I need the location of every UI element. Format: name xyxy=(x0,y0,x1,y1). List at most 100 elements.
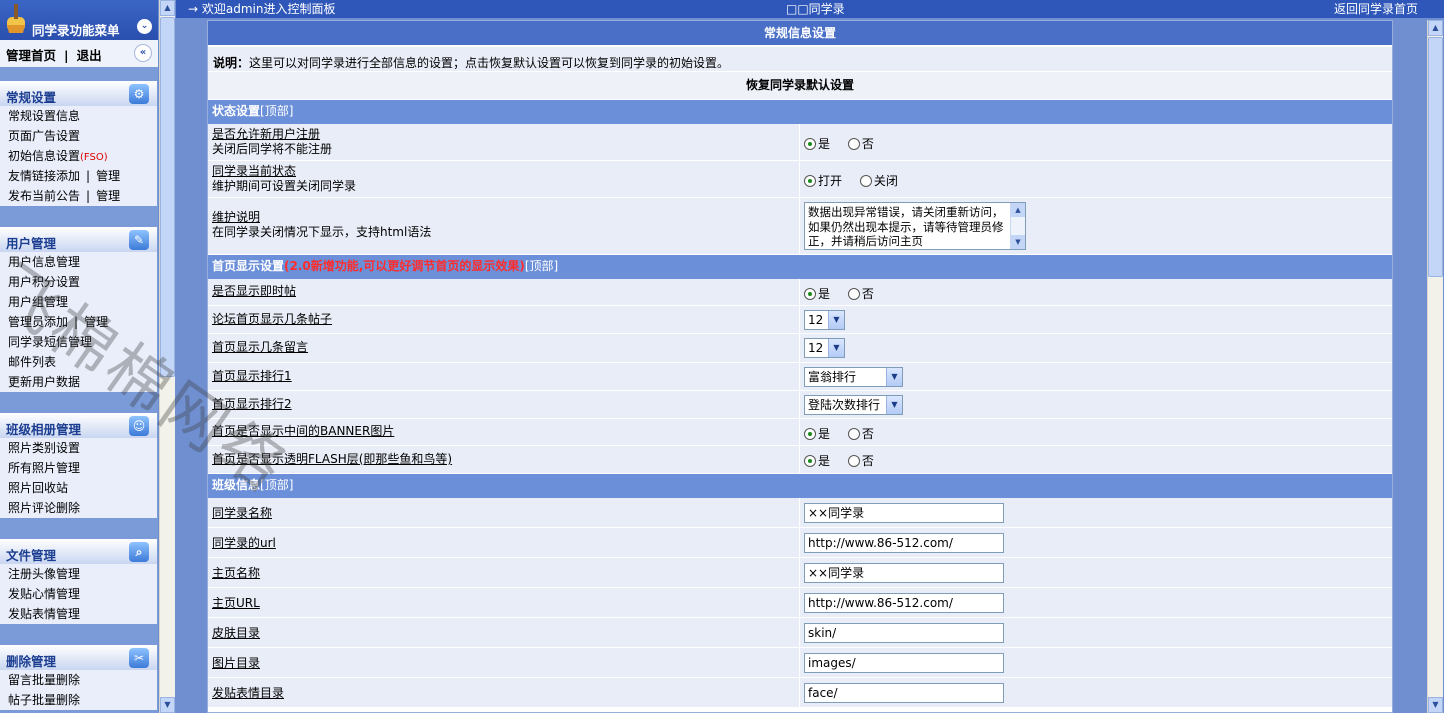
menu-item[interactable]: 同学录短信管理 xyxy=(0,332,157,352)
menu-group-header[interactable]: 删除管理 ✂ xyxy=(0,645,157,670)
menu-group-header[interactable]: 常规设置 ⚙ xyxy=(0,81,157,106)
menu-group-header[interactable]: 用户管理 ✎ xyxy=(0,227,157,252)
menu-item[interactable]: 用户信息管理 xyxy=(0,252,157,272)
menu-item[interactable]: 留言批量删除 xyxy=(0,670,157,690)
setting-row: 同学录的url http://www.86-512.com/ xyxy=(208,528,1392,558)
messages-count-select[interactable]: 12 ▼ xyxy=(804,338,845,358)
scroll-up-icon[interactable]: ▲ xyxy=(160,0,175,16)
radio-no[interactable]: 否 xyxy=(847,425,874,442)
maintenance-message-textarea[interactable]: 数据出现异常错误，请关闭重新访问，如果仍然出现本提示，请等待管理员修正，并请稍后… xyxy=(804,202,1026,250)
tools-icon: ✂ xyxy=(129,648,149,668)
homepage-name-input[interactable]: ××同学录 xyxy=(804,563,1004,583)
collapse-icon[interactable]: ⌄ xyxy=(137,19,152,34)
menu-item[interactable]: 照片回收站 xyxy=(0,478,157,498)
menu-item[interactable]: 发贴心情管理 xyxy=(0,584,157,604)
top-link[interactable]: [顶部] xyxy=(260,104,293,118)
setting-row: 首页显示排行1 富翁排行 ▼ xyxy=(208,363,1392,391)
setting-title: 论坛首页显示几条帖子 xyxy=(212,312,333,326)
chevron-down-icon: ▼ xyxy=(886,368,902,386)
setting-row: 首页是否显示透明FLASH层(即那些鱼和鸟等) 是 否 xyxy=(208,446,1392,474)
menu-item[interactable]: 照片评论删除 xyxy=(0,498,157,518)
section-header-status: 状态设置[顶部] xyxy=(208,100,1392,124)
homepage-url-input[interactable]: http://www.86-512.com/ xyxy=(804,593,1004,613)
radio-no[interactable]: 否 xyxy=(847,285,874,302)
welcome-text: → 欢迎admin进入控制面板 xyxy=(188,2,336,16)
menu-item[interactable]: 常规设置信息 xyxy=(0,106,157,126)
top-link[interactable]: [顶部] xyxy=(525,259,558,273)
skin-dir-input[interactable]: skin/ xyxy=(804,623,1004,643)
admin-home-link[interactable]: 管理首页 xyxy=(6,48,56,63)
menu-item[interactable]: 用户组管理 xyxy=(0,292,157,312)
setting-row: 发贴表情目录 face/ xyxy=(208,678,1392,708)
scroll-thumb[interactable] xyxy=(1428,37,1443,277)
menu-item[interactable]: 管理员添加 | 管理 xyxy=(0,312,157,332)
menu-item[interactable]: 照片类别设置 xyxy=(0,438,157,458)
setting-title: 皮肤目录 xyxy=(212,626,261,640)
classbook-name-input[interactable]: ××同学录 xyxy=(804,503,1004,523)
main-scrollbar[interactable]: ▲ ▼ xyxy=(1427,20,1443,713)
radio-close[interactable]: 关闭 xyxy=(859,172,898,189)
hide-menu-icon[interactable]: « xyxy=(134,44,152,62)
setting-desc: 在同学录关闭情况下显示，支持html语法 xyxy=(212,225,432,239)
top-link[interactable]: [顶部] xyxy=(260,478,293,492)
menu-item[interactable]: 页面广告设置 xyxy=(0,126,157,146)
menu-item[interactable]: 帖子批量删除 xyxy=(0,690,157,710)
radio-yes[interactable]: 是 xyxy=(804,425,830,442)
menu-item[interactable]: 初始信息设置(FSO) xyxy=(0,146,157,166)
ranking2-select[interactable]: 登陆次数排行 ▼ xyxy=(804,395,903,415)
scroll-up-icon: ▲ xyxy=(1011,203,1025,217)
setting-title: 首页显示几条留言 xyxy=(212,340,309,354)
menu-item[interactable]: 发贴表情管理 xyxy=(0,604,157,624)
site-title: □□同学录 xyxy=(786,2,845,16)
radio-no[interactable]: 否 xyxy=(847,452,874,469)
menu-group-header[interactable]: 班级相册管理 ☺ xyxy=(0,413,157,438)
setting-title: 图片目录 xyxy=(212,656,261,670)
return-home-link[interactable]: 返回同学录首页 xyxy=(1334,0,1418,18)
images-dir-input[interactable]: images/ xyxy=(804,653,1004,673)
restore-defaults-link[interactable]: 恢复同学录默认设置 xyxy=(208,72,1392,100)
setting-row: 主页URL http://www.86-512.com/ xyxy=(208,588,1392,618)
menu-item[interactable]: 邮件列表 xyxy=(0,352,157,372)
chevron-down-icon: ▼ xyxy=(828,311,844,329)
menu-group-general: 常规设置 ⚙ 常规设置信息 页面广告设置 初始信息设置(FSO) 友情链接添加 | 管… xyxy=(0,81,157,206)
radio-no[interactable]: 否 xyxy=(847,135,874,152)
menu-item[interactable]: 发布当前公告 | 管理 xyxy=(0,186,157,206)
setting-title: 是否显示即时帖 xyxy=(212,284,297,298)
menu-header: 同学录功能菜单 ⌄ xyxy=(0,0,158,40)
setting-title: 是否允许新用户注册 xyxy=(212,127,321,141)
setting-row: 维护说明 在同学录关闭情况下显示，支持html语法 数据出现异常错误，请关闭重新访… xyxy=(208,198,1392,255)
section-header-class-info: 班级信息[顶部] xyxy=(208,474,1392,498)
menu-group-header[interactable]: 文件管理 ⌕ xyxy=(0,539,157,564)
page-title: 常规信息设置 xyxy=(208,21,1392,47)
scroll-down-icon[interactable]: ▼ xyxy=(1428,697,1443,713)
setting-title: 同学录当前状态 xyxy=(212,164,297,178)
radio-yes[interactable]: 是 xyxy=(804,135,830,152)
menu-item[interactable]: 注册头像管理 xyxy=(0,564,157,584)
scroll-thumb[interactable] xyxy=(160,17,175,377)
top-bar: → 欢迎admin进入控制面板 □□同学录 返回同学录首页 xyxy=(176,0,1444,18)
setting-row: 是否允许新用户注册 关闭后同学将不能注册 是 否 xyxy=(208,124,1392,161)
menu-item[interactable]: 所有照片管理 xyxy=(0,458,157,478)
logout-link[interactable]: 退出 xyxy=(77,48,102,63)
menu-item[interactable]: 用户积分设置 xyxy=(0,272,157,292)
menu-item[interactable]: 更新用户数据 xyxy=(0,372,157,392)
face-dir-input[interactable]: face/ xyxy=(804,683,1004,703)
chevron-down-icon: ▼ xyxy=(886,396,902,414)
forum-posts-count-select[interactable]: 12 ▼ xyxy=(804,310,845,330)
radio-yes[interactable]: 是 xyxy=(804,452,830,469)
classbook-url-input[interactable]: http://www.86-512.com/ xyxy=(804,533,1004,553)
chevron-down-icon: ▼ xyxy=(828,339,844,357)
scroll-up-icon[interactable]: ▲ xyxy=(1428,20,1443,36)
menu-scrollbar[interactable]: ▲ ▼ xyxy=(159,0,175,713)
scroll-down-icon[interactable]: ▼ xyxy=(160,697,175,713)
setting-desc: 维护期间可设置关闭同学录 xyxy=(212,179,357,193)
radio-open[interactable]: 打开 xyxy=(804,172,842,189)
menu-toolbar: 管理首页 | 退出 « xyxy=(0,40,158,67)
settings-icon: ⚙ xyxy=(129,84,149,104)
textarea-scrollbar[interactable]: ▲ ▼ xyxy=(1010,203,1025,249)
ranking1-select[interactable]: 富翁排行 ▼ xyxy=(804,367,903,387)
setting-desc: 关闭后同学将不能注册 xyxy=(212,142,333,156)
radio-yes[interactable]: 是 xyxy=(804,285,830,302)
menu-item[interactable]: 友情链接添加 | 管理 xyxy=(0,166,157,186)
brush-logo-icon xyxy=(7,4,25,33)
